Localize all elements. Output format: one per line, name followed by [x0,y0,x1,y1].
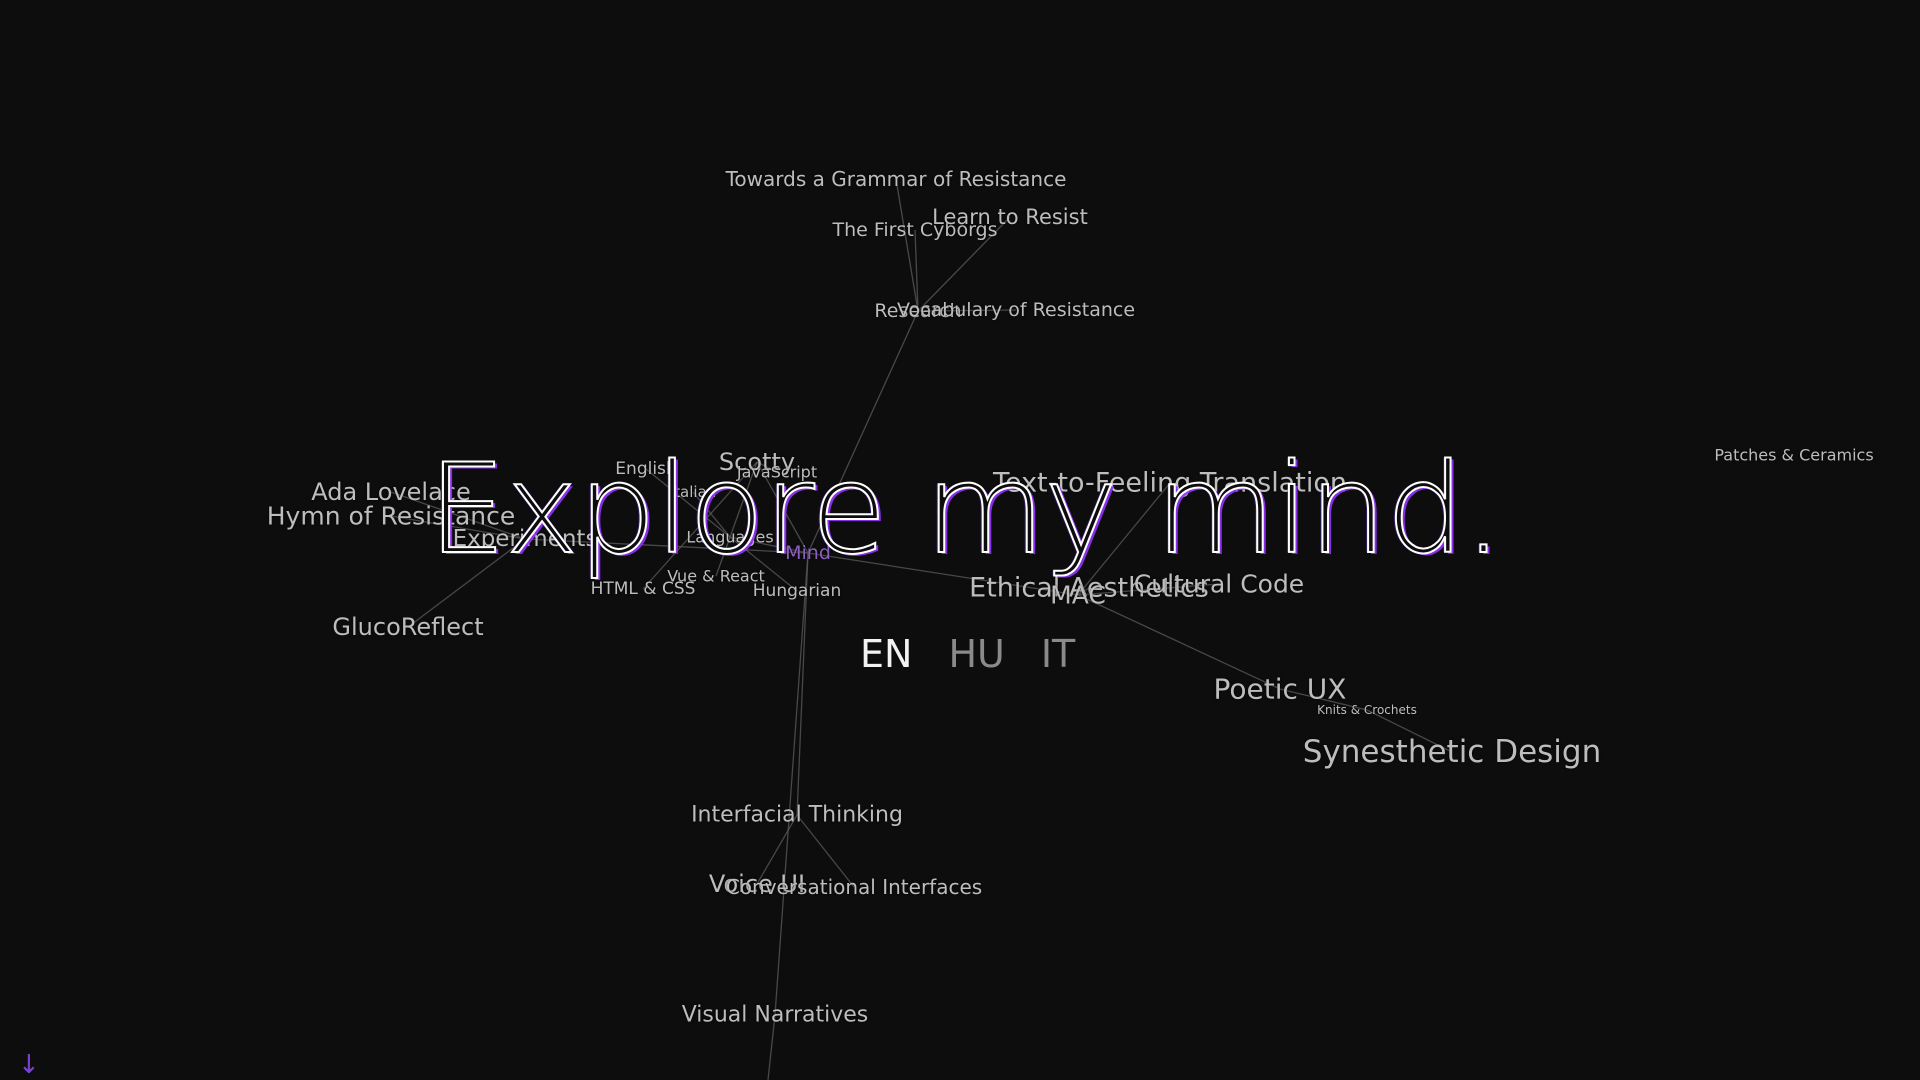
graph-node-conversational[interactable]: Conversational Interfaces [726,875,982,899]
graph-edge-research-towards-grammar [895,178,919,312]
graph-node-javascript[interactable]: JavaScript [737,463,817,482]
graph-node-mind[interactable]: Mind [785,542,831,564]
graph-node-synesthetic[interactable]: Synesthetic Design [1303,734,1601,770]
mind-map-canvas[interactable]: Mind Research Towards a Grammar of Resista… [0,0,1920,1080]
graph-edge-mind-visual-narratives [774,552,809,1016]
graph-node-vocabulary[interactable]: Vocabulary of Resistance [897,299,1135,321]
graph-node-visual-narratives[interactable]: Visual Narratives [682,1003,869,1028]
graph-node-glucoreflect[interactable]: GlucoReflect [332,613,483,641]
graph-node-experiments[interactable]: Experiments [453,526,598,552]
graph-edge-mind-research [807,310,919,554]
graph-node-towards-grammar[interactable]: Towards a Grammar of Resistance [726,167,1067,191]
graph-edges [390,178,1453,1080]
language-switcher: EN HU IT [860,632,1075,676]
graph-node-cultural-code[interactable]: Cultural Code [1134,570,1304,599]
graph-node-mac[interactable]: MAC [1050,581,1106,610]
graph-node-learn-to-resist[interactable]: Learn to Resist [932,205,1088,229]
graph-node-text-to-feeling[interactable]: Text-to-Feeling Translation [993,468,1347,499]
graph-node-patches[interactable]: Patches & Ceramics [1714,446,1873,465]
lang-hu-button[interactable]: HU [948,632,1004,676]
graph-node-poetic-ux[interactable]: Poetic UX [1214,673,1347,706]
graph-node-italian[interactable]: Italian [670,483,717,501]
scroll-down-arrow-icon[interactable]: ↓ [18,1052,40,1078]
lang-en-button[interactable]: EN [860,632,912,676]
graph-node-english[interactable]: English [615,459,676,479]
graph-node-hungarian[interactable]: Hungarian [753,581,841,601]
graph-node-languages[interactable]: Languages [686,528,773,547]
graph-node-knits[interactable]: Knits & Crochets [1317,703,1417,717]
lang-it-button[interactable]: IT [1041,632,1075,676]
graph-node-interfacial[interactable]: Interfacial Thinking [691,803,903,828]
graph-node-html-css[interactable]: HTML & CSS [591,579,696,599]
